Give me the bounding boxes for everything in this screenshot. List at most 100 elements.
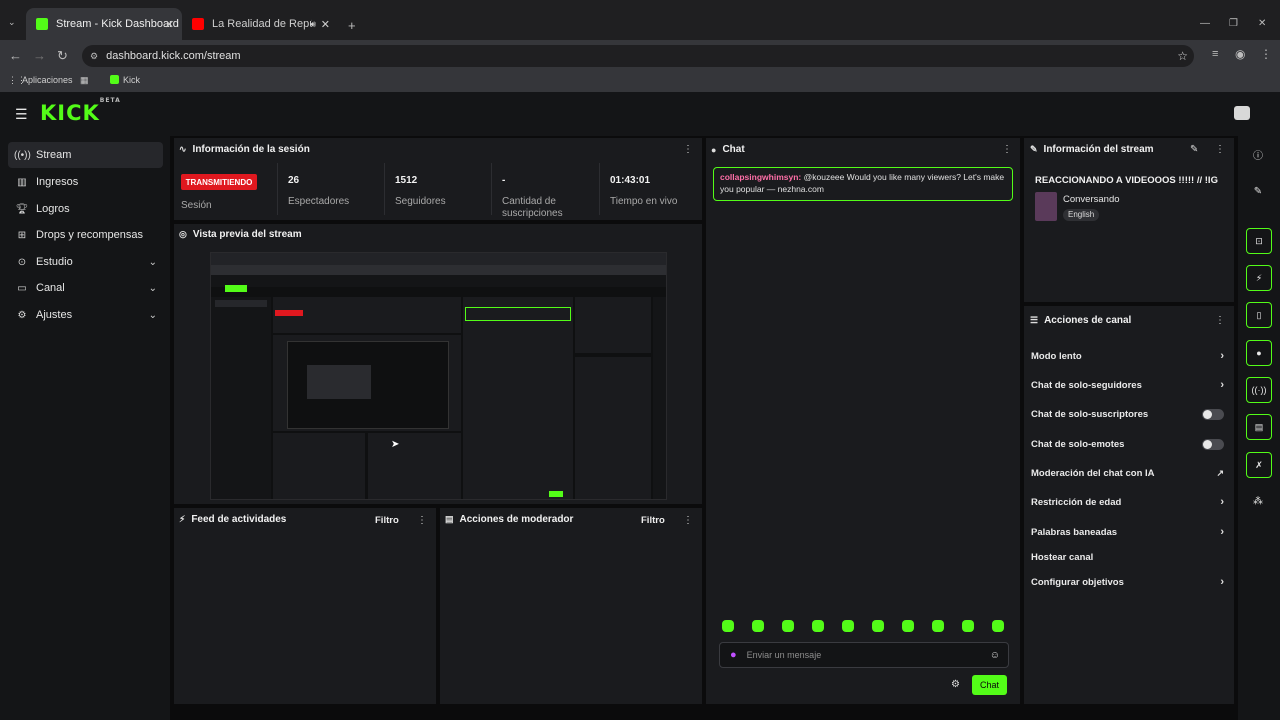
studio-icon: ⊙ xyxy=(17,256,27,268)
microphone-icon[interactable]: ● xyxy=(730,649,737,661)
profile-icon[interactable]: ◉ xyxy=(1235,47,1245,61)
emote-icon[interactable] xyxy=(962,620,974,632)
emote-icon[interactable] xyxy=(752,620,764,632)
emoji-icon[interactable]: ☺ xyxy=(990,650,1000,661)
tab-youtube[interactable]: La Realidad de República D 🔊︎ ✕ xyxy=(182,8,338,40)
user-avatar[interactable] xyxy=(1234,106,1250,120)
tab-groups-icon[interactable]: ▦ xyxy=(80,75,89,86)
emotes-only-toggle[interactable] xyxy=(1202,438,1224,450)
channel-icon: ▭ xyxy=(17,282,27,294)
emote-icon[interactable] xyxy=(932,620,944,632)
viewers-value: 26 xyxy=(288,175,300,186)
action-host-channel[interactable]: Hostear canal xyxy=(1031,549,1226,565)
action-subscribers-only[interactable]: Chat de solo-suscriptores xyxy=(1031,406,1226,422)
moderator-filter-button[interactable]: Filtro xyxy=(641,515,665,526)
stream-info-title: ✎ Información del stream xyxy=(1030,144,1154,155)
emote-icon[interactable] xyxy=(842,620,854,632)
subscribers-only-toggle[interactable] xyxy=(1202,408,1224,420)
wrench-icon[interactable]: ✗ xyxy=(1246,452,1272,478)
lightning-icon[interactable]: ⚡︎ xyxy=(1246,265,1272,291)
close-tab-icon[interactable]: ✕ xyxy=(165,18,174,31)
trophy-icon: 🏆︎ xyxy=(15,203,29,215)
emote-icon[interactable] xyxy=(992,620,1004,632)
action-banned-words[interactable]: Palabras baneadas › xyxy=(1031,524,1226,540)
emote-icon[interactable] xyxy=(872,620,884,632)
sidebar-item-canal[interactable]: ▭ Canal ⌄ xyxy=(8,275,163,301)
chat-menu-icon[interactable]: ⋮ xyxy=(1002,144,1012,155)
chat-placeholder: Enviar un mensaje xyxy=(746,650,822,660)
forward-icon[interactable]: → xyxy=(33,48,46,63)
kick-logo[interactable]: KICKBETA xyxy=(40,97,121,125)
chat-message[interactable]: collapsingwhimsyn: @kouzeee Would you li… xyxy=(713,167,1013,201)
back-icon[interactable]: ← xyxy=(9,48,22,63)
new-tab-button[interactable]: + xyxy=(348,18,356,33)
bookmark-kick[interactable]: Kick xyxy=(123,75,140,85)
channel-actions-title: ☰ Acciones de canal xyxy=(1030,315,1132,326)
address-bar[interactable]: ⚙ dashboard.kick.com/stream ☆ xyxy=(82,45,1194,67)
reload-icon[interactable]: ↻ xyxy=(57,48,68,64)
tab-title: Stream - Kick Dashboard xyxy=(56,18,179,30)
sidebar-item-ajustes[interactable]: ⚙ Ajustes ⌄ xyxy=(8,302,163,328)
url-text: dashboard.kick.com/stream xyxy=(106,50,241,62)
sidebar-item-drops[interactable]: ⊞ Drops y recompensas xyxy=(8,222,163,248)
activity-menu-icon[interactable]: ⋮ xyxy=(417,515,427,526)
action-slow-mode[interactable]: Modo lento › xyxy=(1031,348,1226,364)
bookmark-apps[interactable]: Aplicaciones xyxy=(22,75,73,85)
divider xyxy=(277,163,278,215)
moderator-panel xyxy=(440,508,702,704)
chat-input[interactable]: ● Enviar un mensaje ☺ xyxy=(719,642,1009,668)
activity-filter-button[interactable]: Filtro xyxy=(375,515,399,526)
emote-icon[interactable] xyxy=(902,620,914,632)
chat-settings-icon[interactable]: ⚙ xyxy=(951,679,960,690)
chat-username[interactable]: collapsingwhimsyn: xyxy=(720,172,801,182)
session-menu-icon[interactable]: ⋮ xyxy=(683,144,693,155)
site-info-icon[interactable]: ⚙ xyxy=(90,51,98,62)
sidebar-item-ingresos[interactable]: ▥ Ingresos xyxy=(8,169,163,195)
edit-icon[interactable]: ✎ xyxy=(1246,181,1270,201)
close-tab-icon[interactable]: ✕ xyxy=(321,18,330,31)
sidebar-item-estudio[interactable]: ⊙ Estudio ⌄ xyxy=(8,249,163,275)
stream-preview[interactable]: ➤ xyxy=(210,252,667,500)
minimize-button[interactable]: — xyxy=(1200,18,1210,29)
chat-send-button[interactable]: Chat xyxy=(972,675,1007,695)
document-icon[interactable]: ▯ xyxy=(1246,302,1272,328)
action-followers-only[interactable]: Chat de solo-seguidores › xyxy=(1031,377,1226,393)
category-name[interactable]: Conversando xyxy=(1063,194,1120,205)
emote-icon[interactable] xyxy=(722,620,734,632)
tab-search-icon[interactable]: ⌄ xyxy=(8,17,16,28)
edit-icon[interactable]: ✎ xyxy=(1190,144,1198,155)
nodes-icon[interactable]: ⁂ xyxy=(1246,491,1270,511)
emote-icon[interactable] xyxy=(812,620,824,632)
divider xyxy=(491,163,492,215)
language-tag: English xyxy=(1063,209,1100,221)
clip-icon[interactable]: ⊡ xyxy=(1246,228,1272,254)
preview-title: ◎ Vista previa del stream xyxy=(179,229,302,240)
menu-kebab-icon[interactable]: ⋮ xyxy=(1260,47,1272,61)
action-configure-goals[interactable]: Configurar objetivos › xyxy=(1031,574,1226,590)
channel-actions-menu-icon[interactable]: ⋮ xyxy=(1215,315,1225,326)
sidebar-item-logros[interactable]: 🏆︎ Logros xyxy=(8,196,163,222)
info-icon[interactable]: ⓘ xyxy=(1246,144,1270,164)
moderator-menu-icon[interactable]: ⋮ xyxy=(683,515,693,526)
status-badge: TRANSMITIENDO xyxy=(181,174,257,190)
close-window-button[interactable]: ✕ xyxy=(1258,18,1266,29)
stack-icon[interactable]: ▤ xyxy=(1246,414,1272,440)
action-emotes-only[interactable]: Chat de solo-emotes xyxy=(1031,436,1226,452)
category-thumbnail xyxy=(1035,192,1057,221)
speaker-icon[interactable]: 🔊︎ xyxy=(310,19,316,30)
broadcast-icon[interactable]: ((·)) xyxy=(1246,377,1272,403)
chat-bubble-icon: ● xyxy=(711,144,717,155)
tab-stream[interactable]: Stream - Kick Dashboard ✕ xyxy=(26,8,182,40)
maximize-button[interactable]: ❐ xyxy=(1229,18,1238,29)
external-link-icon: ↗ xyxy=(1216,467,1224,478)
action-age-restriction[interactable]: Restricción de edad › xyxy=(1031,494,1226,510)
action-ai-moderation[interactable]: Moderación del chat con IA ↗ xyxy=(1031,465,1226,481)
media-icon[interactable]: ≡ xyxy=(1212,48,1218,60)
chevron-right-icon: › xyxy=(1220,379,1224,391)
hamburger-menu-icon[interactable]: ☰ xyxy=(15,106,28,123)
chat-icon[interactable]: ● xyxy=(1246,340,1272,366)
emote-icon[interactable] xyxy=(782,620,794,632)
bookmark-star-icon[interactable]: ☆ xyxy=(1177,49,1188,63)
sidebar-item-stream[interactable]: ((•)) Stream xyxy=(8,142,163,168)
stream-info-menu-icon[interactable]: ⋮ xyxy=(1215,144,1225,155)
